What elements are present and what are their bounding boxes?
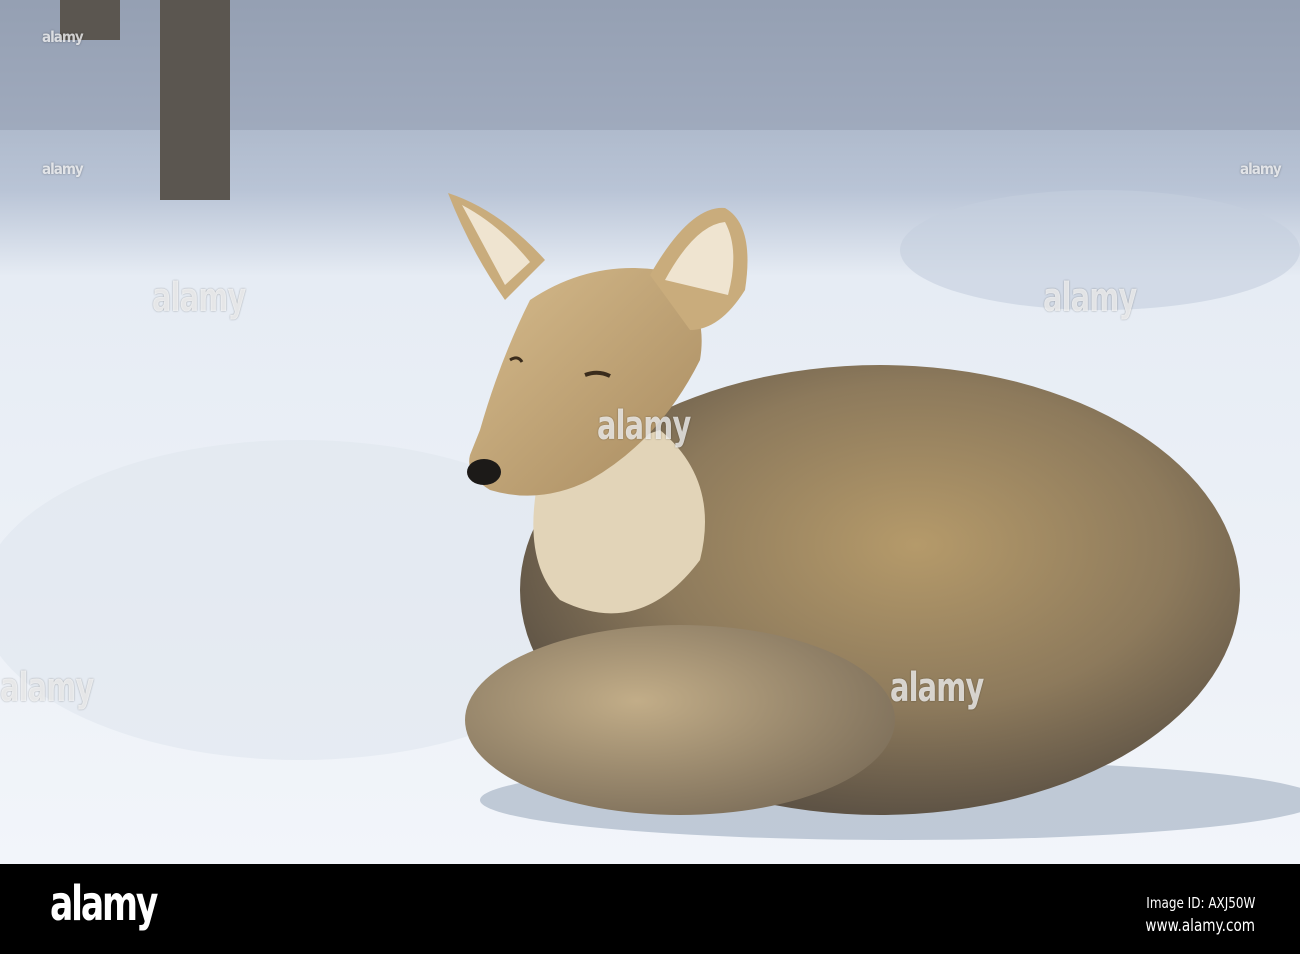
watermark: alamy [890, 665, 984, 711]
watermark: alamy [1043, 275, 1137, 321]
coyote-nose [467, 459, 501, 485]
footer-bar: alamy Image ID: AXJ50W www.alamy.com [0, 864, 1300, 954]
watermark: alamy [0, 665, 94, 711]
watermark: alamy [597, 403, 691, 449]
watermark: alamy [152, 275, 246, 321]
website-link[interactable]: www.alamy.com [1145, 916, 1255, 936]
coyote-tail [465, 625, 895, 815]
watermark: alamy [42, 160, 84, 178]
tree-trunk [160, 0, 230, 200]
watermark: alamy [42, 28, 84, 46]
alamy-logo: alamy [50, 876, 158, 932]
image-id: Image ID: AXJ50W [1145, 894, 1255, 912]
stock-photo: alamy alamy alamy alamy alamy alamy alam… [0, 0, 1300, 954]
watermark: alamy [1240, 160, 1282, 178]
